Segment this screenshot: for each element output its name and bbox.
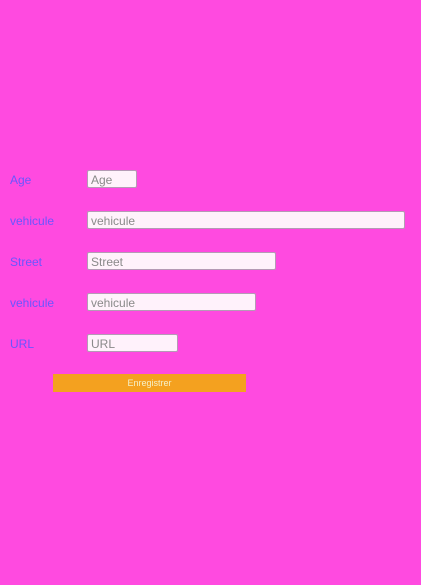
- vehicule-label: vehicule: [10, 214, 55, 228]
- age-label: Age: [10, 173, 32, 187]
- street-input[interactable]: [87, 252, 276, 270]
- form-row-vehicule-2: vehicule: [0, 293, 421, 313]
- url-label: URL: [10, 337, 35, 351]
- vehicule-input[interactable]: [87, 211, 405, 229]
- enregistrer-button[interactable]: Enregistrer: [53, 374, 246, 392]
- vehicule-label-2: vehicule: [10, 296, 55, 310]
- age-input[interactable]: [87, 170, 137, 188]
- form-row-url: URL: [0, 334, 421, 354]
- form-row-street: Street: [0, 252, 421, 272]
- url-input[interactable]: [87, 334, 178, 352]
- street-label: Street: [10, 255, 43, 269]
- form-container: Age vehicule Street vehicule URL Enregis…: [0, 0, 421, 585]
- form-row-age: Age: [0, 170, 421, 190]
- form-row-vehicule-1: vehicule: [0, 211, 421, 231]
- vehicule-input-2[interactable]: [87, 293, 256, 311]
